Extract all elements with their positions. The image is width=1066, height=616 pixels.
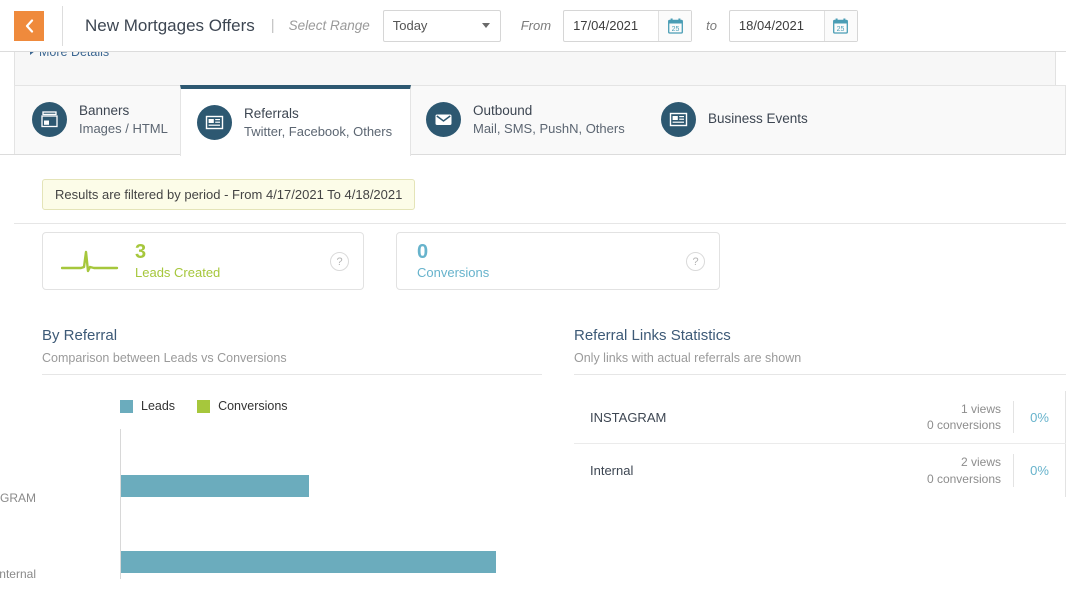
legend-item-leads[interactable]: Leads (120, 399, 175, 413)
range-select-value: Today (392, 18, 428, 33)
tab-outbound-text: Outbound Mail, SMS, PushN, Others (473, 102, 625, 138)
bar-leads-instagram (121, 475, 309, 497)
back-button[interactable] (14, 10, 44, 41)
chart-plot-area: INSTAGRAM Internal 0.0 0.5 1.0 1.5 2.0 T… (0, 429, 542, 581)
by-referral-chart: Leads Conversions INSTAGRAM Internal 0.0… (0, 391, 542, 616)
legend-swatch-leads (120, 399, 133, 413)
tab-bar: Banners Images / HTML Referrals Twitter,… (0, 85, 1066, 156)
section-referral-links: Referral Links Statistics Only links wit… (574, 327, 1066, 375)
tab-banners-title: Banners (79, 102, 130, 118)
calendar-icon: 25 (667, 18, 683, 34)
category-label-instagram: INSTAGRAM (0, 491, 36, 505)
tab-outbound[interactable]: Outbound Mail, SMS, PushN, Others (410, 85, 643, 154)
section-by-referral: By Referral Comparison between Leads vs … (42, 327, 542, 375)
to-date-group: 25 (728, 9, 858, 42)
kpi-conversions-value: 0 (417, 241, 429, 264)
filter-notice: Results are filtered by period - From 4/… (42, 179, 416, 210)
chart-legend: Leads Conversions (120, 399, 288, 413)
section-referral-links-subtitle: Only links with actual referrals are sho… (574, 351, 802, 365)
list-item[interactable]: Internal 2 views 0 conversions 0% (574, 444, 1066, 497)
referral-percent: 0% (1014, 444, 1066, 497)
section-by-referral-subtitle: Comparison between Leads vs Conversions (42, 351, 287, 365)
top-header: New Mortgages Offers | Select Range Toda… (0, 0, 1066, 52)
kpi-conversions-text: 0 Conversions (417, 241, 489, 281)
from-date-group: 25 (563, 9, 693, 42)
referral-card-icon-glyph (205, 115, 224, 130)
referral-percent: 0% (1014, 391, 1066, 443)
svg-text:25: 25 (837, 26, 845, 33)
tab-banners-text: Banners Images / HTML (79, 102, 168, 138)
tab-referrals-text: Referrals Twitter, Facebook, Others (244, 105, 392, 141)
to-calendar-button[interactable]: 25 (823, 10, 857, 41)
referral-views: 1 views (960, 401, 1001, 416)
range-select[interactable]: Today (382, 9, 501, 42)
tab-banners-subtitle: Images / HTML (79, 120, 168, 136)
kpi-card-leads-created[interactable]: 3 Leads Created ? (42, 232, 364, 290)
bar-leads-internal (121, 551, 496, 573)
business-events-icon (661, 102, 696, 137)
to-label: to (706, 18, 717, 33)
referral-name: INSTAGRAM (590, 409, 667, 425)
tab-outbound-title: Outbound (473, 102, 533, 118)
kpi-conversions-label: Conversions (417, 265, 490, 281)
to-date-input[interactable] (729, 10, 824, 41)
chevron-left-icon (25, 18, 33, 33)
banner-icon (32, 102, 67, 137)
tab-referrals[interactable]: Referrals Twitter, Facebook, Others (180, 85, 412, 156)
business-events-icon-glyph (669, 112, 688, 127)
kpi-card-conversions[interactable]: 0 Conversions ? (396, 232, 720, 290)
legend-swatch-conversions (197, 399, 211, 413)
sparkline-pulse-icon (61, 250, 119, 273)
category-label-internal: Internal (0, 567, 36, 581)
banner-icon-glyph (41, 111, 58, 128)
chevron-down-icon (481, 23, 490, 28)
envelope-icon (426, 102, 461, 137)
section-rule (42, 374, 542, 375)
legend-item-conversions[interactable]: Conversions (197, 399, 288, 413)
kpi-leads-value: 3 (135, 241, 147, 264)
tab-outbound-subtitle: Mail, SMS, PushN, Others (473, 120, 625, 136)
from-date-input[interactable] (564, 10, 659, 41)
help-icon[interactable]: ? (330, 252, 349, 271)
svg-text:25: 25 (671, 26, 679, 33)
title-separator: | (270, 17, 275, 34)
envelope-icon-glyph (435, 114, 452, 125)
kpi-leads-text: 3 Leads Created (135, 241, 220, 281)
kpi-leads-label: Leads Created (135, 265, 221, 281)
referral-card-icon (197, 105, 232, 140)
main-content: Results are filtered by period - From 4/… (0, 155, 1066, 616)
tab-business-events-title: Business Events (708, 111, 808, 127)
list-item[interactable]: INSTAGRAM 1 views 0 conversions 0% (574, 391, 1066, 444)
referral-links-list: INSTAGRAM 1 views 0 conversions 0% Inter… (574, 391, 1066, 497)
legend-label-leads: Leads (141, 399, 176, 413)
from-label: From (520, 18, 552, 33)
select-range-label: Select Range (288, 18, 370, 33)
tab-banners[interactable]: Banners Images / HTML (16, 85, 186, 154)
referral-conversions: 0 conversions (926, 471, 1001, 486)
header-divider (62, 5, 63, 46)
from-calendar-button[interactable]: 25 (658, 10, 692, 41)
tab-referrals-title: Referrals (244, 105, 299, 121)
app-root: More Details New Mortgages Offers | Sele… (0, 0, 1066, 616)
calendar-icon: 25 (833, 18, 849, 34)
referral-counts: 2 views 0 conversions (926, 454, 1014, 487)
referral-name: Internal (590, 463, 634, 478)
content-divider (14, 223, 1066, 224)
referral-conversions: 0 conversions (926, 418, 1001, 432)
section-referral-links-title: Referral Links Statistics (574, 327, 731, 344)
help-icon[interactable]: ? (686, 252, 705, 271)
tab-referrals-subtitle: Twitter, Facebook, Others (244, 123, 393, 139)
section-by-referral-title: By Referral (42, 327, 118, 344)
referral-views: 2 views (960, 455, 1001, 470)
tab-business-events-text: Business Events (708, 110, 808, 128)
page-title: New Mortgages Offers (85, 15, 255, 35)
section-rule (574, 374, 1066, 375)
referral-counts: 1 views 0 conversions (926, 400, 1014, 434)
legend-label-conversions: Conversions (218, 399, 288, 413)
tab-business-events[interactable]: Business Events (645, 85, 826, 154)
